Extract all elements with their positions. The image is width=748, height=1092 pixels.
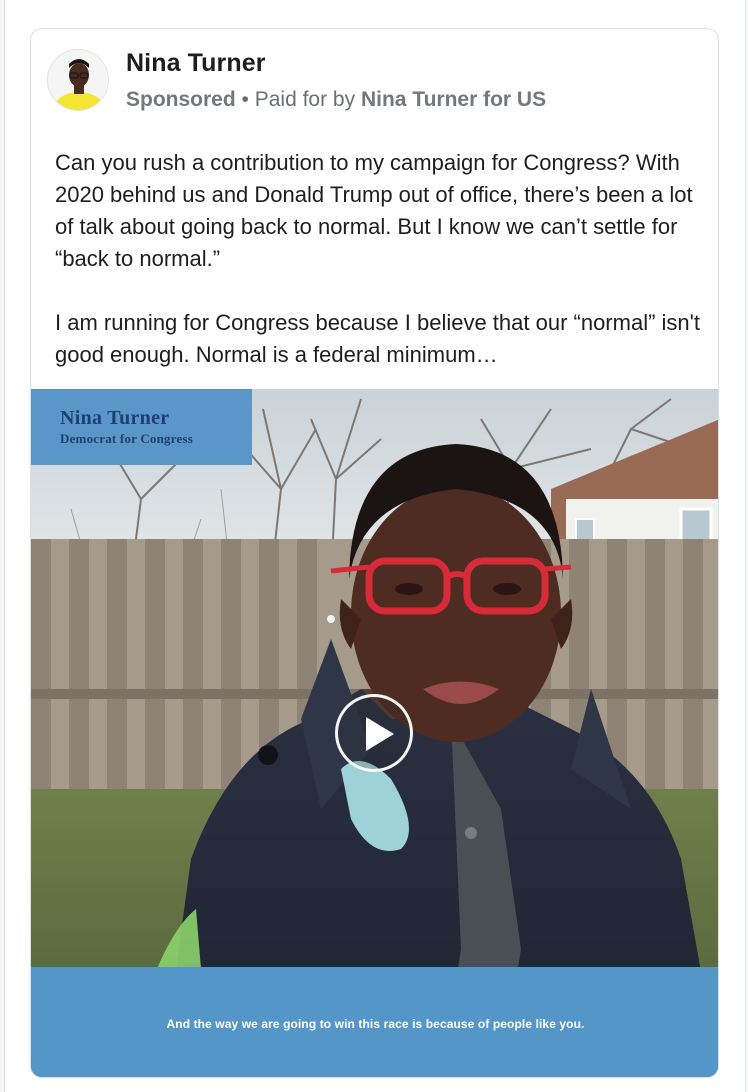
post-paragraph-2[interactable]: I am running for Congress because I beli… [55, 307, 705, 371]
sponsored-label[interactable]: Sponsored [126, 88, 236, 111]
video-caption: And the way we are going to win this rac… [166, 1017, 585, 1031]
post-paragraph-1: Can you rush a contribution to my campai… [55, 150, 693, 271]
avatar[interactable] [47, 49, 109, 111]
play-button[interactable] [335, 694, 413, 772]
post-header: Nina Turner Sponsored • Paid for by Nina… [47, 47, 707, 117]
sponsored-post-card: Nina Turner Sponsored • Paid for by Nina… [30, 28, 719, 1078]
video-caption-bar: And the way we are going to win this rac… [31, 967, 718, 1077]
candidate-badge: Nina Turner Democrat for Congress [31, 389, 252, 465]
play-icon [366, 717, 394, 751]
meta-separator: • [235, 88, 255, 111]
paid-for-entity[interactable]: Nina Turner for US [361, 88, 546, 111]
author-name[interactable]: Nina Turner [126, 49, 266, 78]
post-body: Can you rush a contribution to my campai… [55, 147, 705, 371]
paid-for-prefix: Paid for by [254, 88, 361, 111]
badge-subtitle: Democrat for Congress [60, 431, 193, 446]
video-player[interactable]: Nina Turner Democrat for Congress And th… [31, 389, 718, 1077]
avatar-portrait-image [48, 50, 108, 110]
badge-name: Nina Turner [60, 407, 170, 429]
sponsorship-line: Sponsored • Paid for by Nina Turner for … [126, 88, 546, 112]
